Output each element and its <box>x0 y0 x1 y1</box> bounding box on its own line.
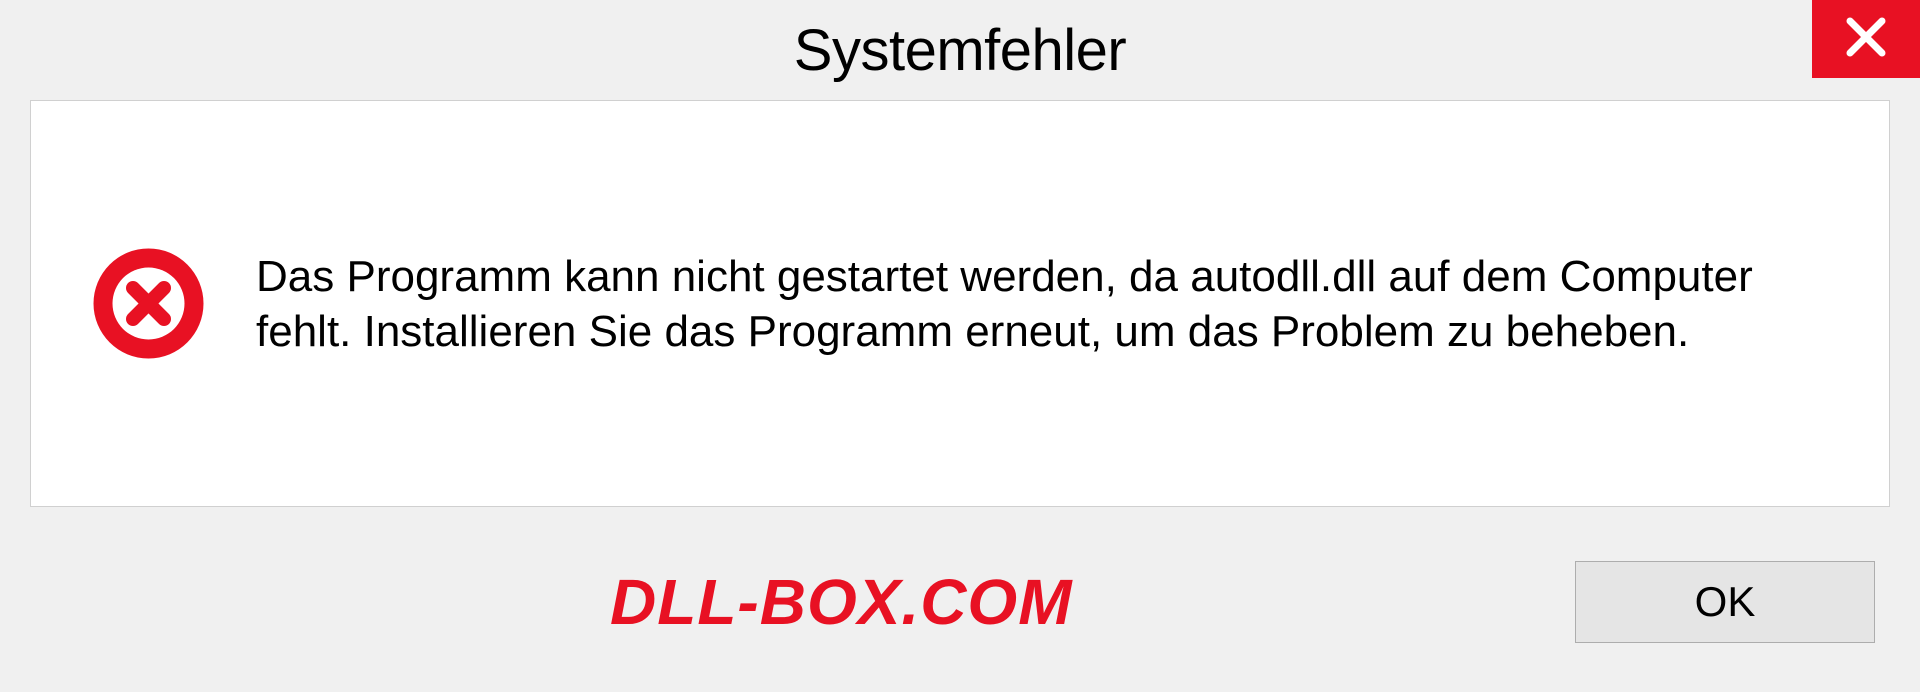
dialog-footer: DLL-BOX.COM OK <box>0 537 1920 692</box>
close-icon <box>1844 15 1888 64</box>
titlebar: Systemfehler <box>0 0 1920 100</box>
watermark-text: DLL-BOX.COM <box>610 565 1073 639</box>
error-message: Das Programm kann nicht gestartet werden… <box>256 249 1829 359</box>
ok-button[interactable]: OK <box>1575 561 1875 643</box>
error-icon <box>91 246 206 361</box>
error-dialog: Systemfehler Das Programm kann nicht ges… <box>0 0 1920 692</box>
content-area: Das Programm kann nicht gestartet werden… <box>30 100 1890 507</box>
dialog-title: Systemfehler <box>794 17 1126 84</box>
close-button[interactable] <box>1812 0 1920 78</box>
